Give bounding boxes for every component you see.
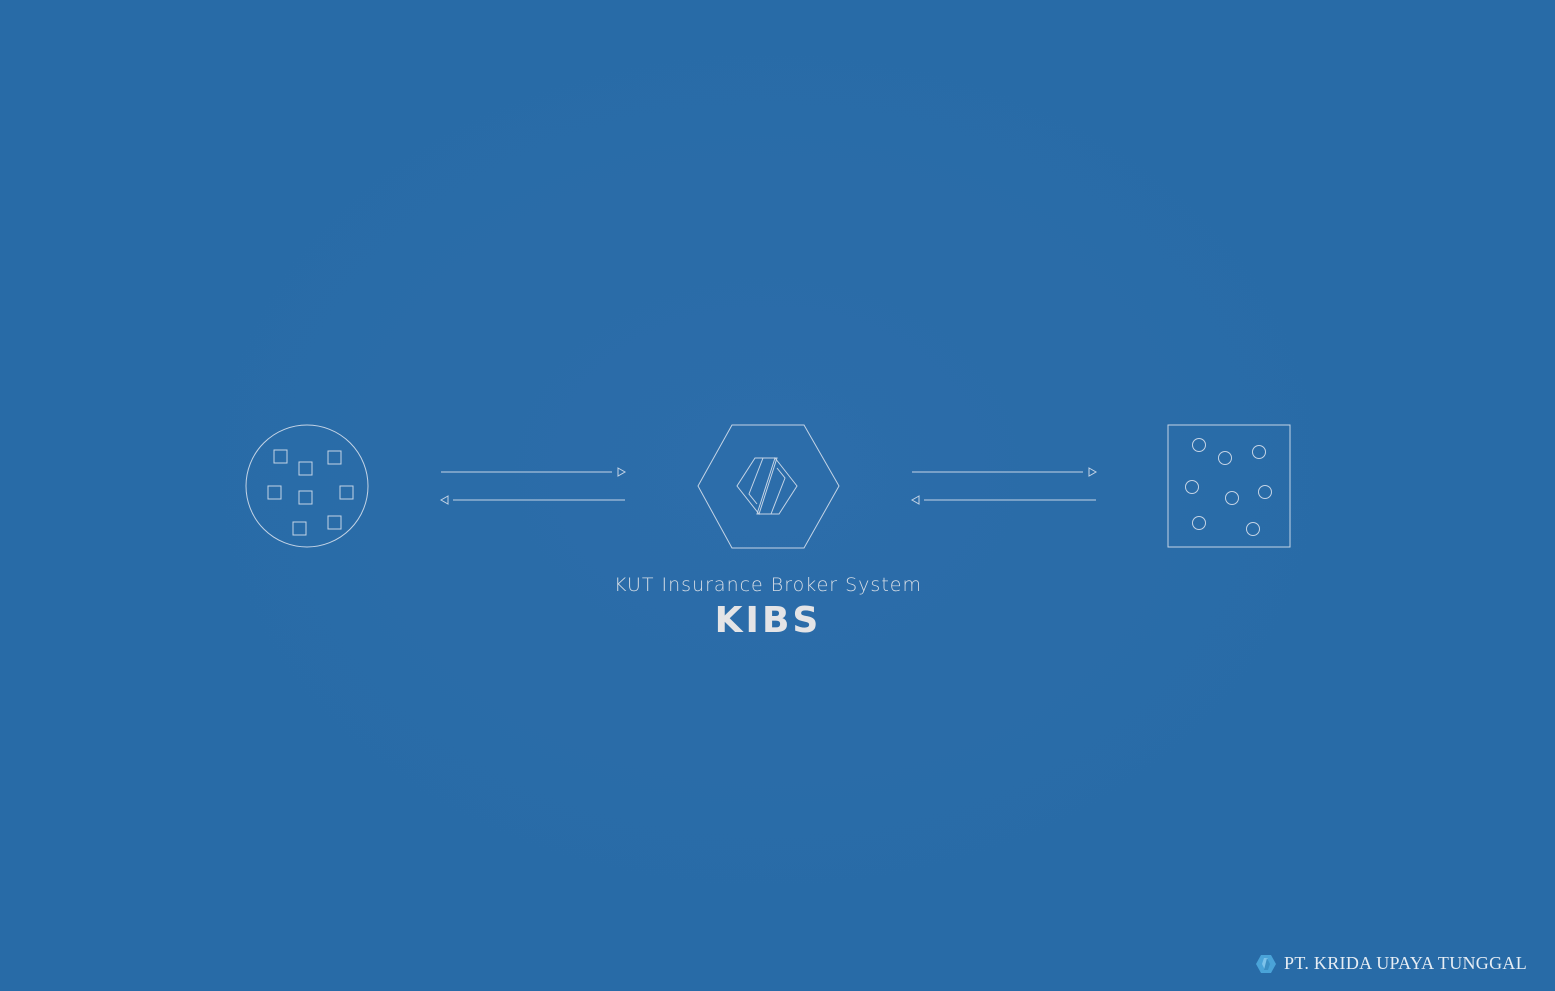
- right-bidirectional-arrow-icon: [910, 467, 1098, 505]
- company-branding: PT. KRIDA UPAYA TUNGGAL: [1256, 953, 1527, 974]
- hexagon-logo-icon: [697, 424, 840, 549]
- architecture-diagram: [245, 424, 1291, 549]
- app-title: KIBS: [714, 600, 822, 641]
- company-logo-icon: [1256, 954, 1277, 973]
- app-subtitle: KUT Insurance Broker System: [614, 574, 922, 596]
- splash-screen: KUT Insurance Broker System KIBS PT. KRI…: [0, 0, 1555, 991]
- square-with-circles-icon: [1167, 424, 1291, 548]
- circle-with-squares-icon: [245, 424, 369, 548]
- left-bidirectional-arrow-icon: [439, 467, 627, 505]
- company-name: PT. KRIDA UPAYA TUNGGAL: [1284, 953, 1527, 973]
